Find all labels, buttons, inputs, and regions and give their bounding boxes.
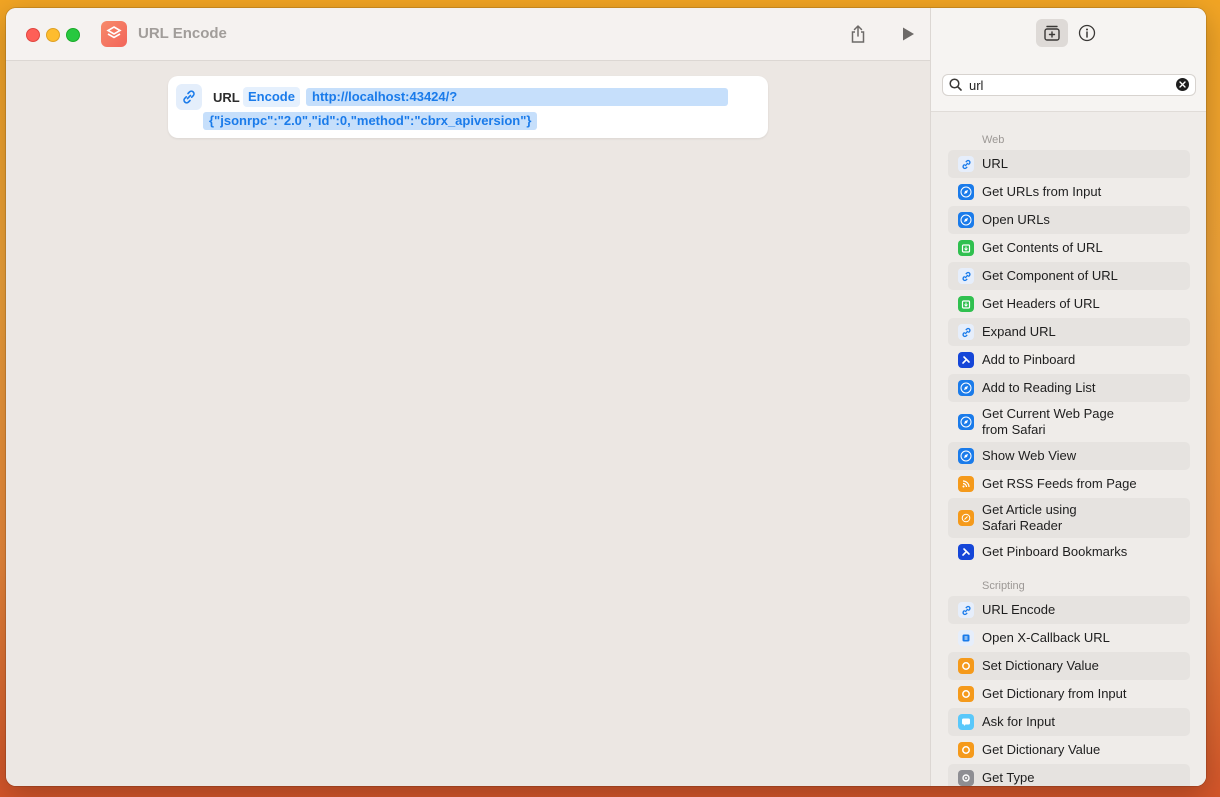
dictionary-icon	[958, 686, 974, 702]
search-input[interactable]: url	[969, 78, 983, 93]
action-item[interactable]: URL	[948, 150, 1190, 178]
action-item-label: Get Pinboard Bookmarks	[982, 544, 1128, 559]
section-title-web: Web	[982, 134, 1005, 146]
action-item[interactable]: Get Current Web Page from Safari	[948, 402, 1190, 442]
action-item[interactable]: Add to Reading List	[948, 374, 1190, 402]
safari-icon	[958, 380, 974, 396]
action-item-label: Get Article using Safari Reader	[982, 502, 1077, 533]
action-item-label: Set Dictionary Value	[982, 658, 1099, 673]
action-item-label: Get URLs from Input	[982, 184, 1102, 199]
action-item[interactable]: Open URLs	[948, 206, 1190, 234]
app-window: URL Encode URL Encode http://localhost:4…	[6, 8, 1206, 786]
share-icon	[851, 24, 865, 43]
action-item[interactable]: Ask for Input	[948, 708, 1190, 736]
action-item[interactable]: Get Dictionary from Input	[948, 680, 1190, 708]
action-item-label: Get Dictionary from Input	[982, 686, 1127, 701]
search-icon	[949, 78, 962, 91]
message-icon	[958, 714, 974, 730]
safari-icon	[958, 184, 974, 200]
action-item[interactable]: Expand URL	[948, 318, 1190, 346]
dictionary-icon	[958, 658, 974, 674]
callback-icon	[958, 630, 974, 646]
action-item-label: Expand URL	[982, 324, 1056, 339]
action-library-icon	[1044, 25, 1060, 41]
window-title: URL Encode	[138, 25, 227, 42]
action-item[interactable]: Open X-Callback URL	[948, 624, 1190, 652]
action-item[interactable]: Set Dictionary Value	[948, 652, 1190, 680]
sidebar-header: url	[931, 8, 1206, 112]
url-encode-action[interactable]: URL Encode http://localhost:43424/? {"js…	[168, 76, 768, 138]
action-item[interactable]: Get Type	[948, 764, 1190, 786]
action-item[interactable]: Get URLs from Input	[948, 178, 1190, 206]
url-token-line2[interactable]: {"jsonrpc":"2.0","id":0,"method":"cbrx_a…	[203, 112, 538, 130]
action-item[interactable]: Get Headers of URL	[948, 290, 1190, 318]
action-item-label: Get Type	[982, 770, 1035, 785]
title-bar: URL Encode	[6, 8, 930, 61]
action-item-label: Get RSS Feeds from Page	[982, 476, 1137, 491]
action-item[interactable]: Get Article using Safari Reader	[948, 498, 1190, 538]
action-item-label: Open URLs	[982, 212, 1050, 227]
action-item-label: URL Encode	[982, 602, 1056, 617]
encode-mode-selector[interactable]: Encode	[243, 87, 300, 107]
action-item[interactable]: Get Dictionary Value	[948, 736, 1190, 764]
action-item-label: Add to Reading List	[982, 380, 1096, 395]
link-icon	[958, 324, 974, 340]
action-item[interactable]: Get Component of URL	[948, 262, 1190, 290]
shortcuts-app-icon	[101, 21, 127, 47]
action-label-url: URL	[213, 90, 240, 105]
link-icon	[176, 84, 202, 110]
action-item-label: Get Dictionary Value	[982, 742, 1101, 757]
link-icon	[958, 268, 974, 284]
safari-icon	[958, 414, 974, 430]
run-button[interactable]	[896, 23, 920, 45]
link-icon	[958, 602, 974, 618]
safari-icon	[958, 212, 974, 228]
rss-icon	[958, 476, 974, 492]
action-item-label: Show Web View	[982, 448, 1077, 463]
action-item-label: Open X-Callback URL	[982, 630, 1110, 645]
gear-icon	[958, 770, 974, 786]
action-item[interactable]: Get RSS Feeds from Page	[948, 470, 1190, 498]
action-item[interactable]: Get Contents of URL	[948, 234, 1190, 262]
pin-icon	[958, 544, 974, 560]
section-title-scripting: Scripting	[982, 580, 1025, 592]
action-item-label: Add to Pinboard	[982, 352, 1076, 367]
download-icon	[958, 296, 974, 312]
download-icon	[958, 240, 974, 256]
clear-search-icon[interactable]	[1176, 78, 1189, 91]
minimize-window-button[interactable]	[46, 28, 60, 42]
pin-icon	[958, 352, 974, 368]
action-item-label: Get Current Web Page from Safari	[982, 406, 1114, 437]
search-field[interactable]: url	[942, 74, 1196, 96]
play-icon	[903, 27, 914, 41]
action-item[interactable]: Show Web View	[948, 442, 1190, 470]
link-icon	[958, 156, 974, 172]
editor-canvas: URL Encode http://localhost:43424/? {"js…	[6, 61, 930, 786]
url-token-line1[interactable]: http://localhost:43424/?	[306, 88, 728, 106]
action-item-label: Get Component of URL	[982, 268, 1118, 283]
action-item-label: Ask for Input	[982, 714, 1055, 729]
action-item-label: Get Contents of URL	[982, 240, 1103, 255]
action-item[interactable]: Get Pinboard Bookmarks	[948, 538, 1190, 566]
zoom-window-button[interactable]	[66, 28, 80, 42]
reader-icon	[958, 510, 974, 526]
action-list: Web URL Get URLs from Input Open URLs Get Co…	[931, 112, 1206, 786]
action-item-label: URL	[982, 156, 1009, 171]
share-button[interactable]	[846, 23, 870, 45]
safari-icon	[958, 448, 974, 464]
action-item[interactable]: Add to Pinboard	[948, 346, 1190, 374]
action-sidebar: url Web URL Get URLs from Input Open URLs Ge…	[930, 8, 1206, 786]
tab-info[interactable]	[1071, 19, 1103, 47]
action-item[interactable]: URL Encode	[948, 596, 1190, 624]
tab-action-library[interactable]	[1036, 19, 1068, 47]
dictionary-icon	[958, 742, 974, 758]
action-item-label: Get Headers of URL	[982, 296, 1100, 311]
info-icon	[1078, 24, 1096, 42]
close-window-button[interactable]	[26, 28, 40, 42]
